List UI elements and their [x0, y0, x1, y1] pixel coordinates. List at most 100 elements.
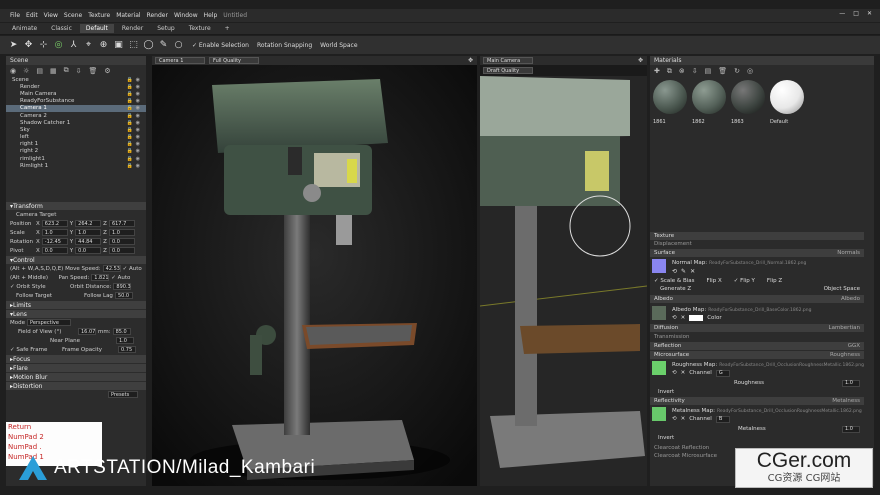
- move-speed-field[interactable]: 42.53: [102, 265, 121, 273]
- distortion-header[interactable]: ▸ Distortion: [6, 382, 146, 391]
- tree-item-rimlight1[interactable]: rimlight1 🔒 ◉: [6, 155, 146, 162]
- focus-header[interactable]: ▸ Focus: [6, 355, 146, 364]
- tab-setup[interactable]: Setup: [151, 24, 180, 33]
- clear-icon[interactable]: ✕: [690, 268, 695, 275]
- rotation-x[interactable]: -12.45: [41, 238, 68, 246]
- control-header[interactable]: ▾ Control: [6, 256, 146, 265]
- position-x[interactable]: 623.2: [41, 220, 68, 228]
- group-icon[interactable]: ▦: [50, 67, 57, 75]
- invert-roughness-checkbox[interactable]: Invert: [654, 389, 674, 395]
- menu-edit[interactable]: Edit: [26, 12, 38, 19]
- light-icon[interactable]: ☼: [23, 67, 29, 75]
- menu-scene[interactable]: Scene: [64, 12, 82, 19]
- add-material-icon[interactable]: ✚: [654, 67, 660, 75]
- presets-dropdown[interactable]: Presets: [108, 391, 138, 399]
- lock-icon[interactable]: 🔒: [127, 105, 133, 111]
- eye-icon[interactable]: ◉: [136, 156, 140, 162]
- lock-icon[interactable]: 🔒: [127, 120, 133, 126]
- trash-icon[interactable]: 🗑: [718, 67, 727, 75]
- eye-icon[interactable]: ◉: [136, 91, 140, 97]
- camera-icon[interactable]: ◉: [10, 67, 16, 75]
- tree-item-shadow-catcher[interactable]: Shadow Catcher 1 🔒 ◉: [6, 119, 146, 126]
- reset-icon[interactable]: ⟲: [672, 416, 677, 422]
- pick-icon[interactable]: ✎: [681, 268, 686, 275]
- lock-icon[interactable]: 🔒: [127, 163, 133, 169]
- reflection-header[interactable]: Reflection GGX: [650, 342, 864, 350]
- rotate-tool-icon[interactable]: ◎: [53, 40, 64, 51]
- generate-z-checkbox[interactable]: Generate Z: [654, 286, 691, 292]
- tree-item-camera-1[interactable]: Camera 1 🔒 ◉: [6, 104, 146, 112]
- delete-icon[interactable]: 🗑: [89, 67, 98, 75]
- flip-x-checkbox[interactable]: Flip X: [706, 278, 721, 284]
- new-object-icon[interactable]: ▤: [36, 67, 43, 75]
- menu-help[interactable]: Help: [204, 12, 218, 19]
- duplicate-icon[interactable]: ⧉: [64, 66, 69, 75]
- tree-item-readyforsubstance[interactable]: ReadyForSubstance 🔒 ◉: [6, 98, 146, 105]
- viewport-2-quality-dropdown[interactable]: Draft Quality: [483, 67, 533, 74]
- tab-default[interactable]: Default: [79, 24, 114, 33]
- maximize-viewport-icon[interactable]: ✥: [468, 57, 473, 64]
- lock-icon[interactable]: 🔒: [127, 98, 133, 104]
- reflectivity-header[interactable]: Reflectivity Metalness: [650, 397, 864, 405]
- metalness-field[interactable]: 1.0: [842, 425, 860, 433]
- normal-map-thumb[interactable]: [652, 259, 666, 273]
- material-swatch-default[interactable]: [770, 80, 804, 114]
- tab-animate[interactable]: Animate: [6, 24, 43, 33]
- texture-header[interactable]: Texture: [650, 232, 864, 240]
- reset-icon[interactable]: ⟲: [672, 268, 677, 275]
- flare-header[interactable]: ▸ Flare: [6, 364, 146, 373]
- rotation-y[interactable]: 44.84: [75, 238, 102, 246]
- eye-icon[interactable]: ◉: [136, 113, 140, 119]
- lock-icon[interactable]: 🔒: [127, 134, 133, 140]
- motion-blur-header[interactable]: ▸ Motion Blur: [6, 373, 146, 382]
- follow-lag-field[interactable]: 50.0: [114, 292, 133, 300]
- auto-pan-checkbox[interactable]: ✓ Auto: [111, 275, 130, 281]
- tree-item-rimlight-1[interactable]: Rimlight 1 🔒 ◉: [6, 162, 146, 169]
- eye-icon[interactable]: ◉: [136, 148, 140, 154]
- mode-dropdown[interactable]: Perspective: [27, 319, 71, 327]
- lock-icon[interactable]: 🔒: [127, 156, 133, 162]
- move-tool-icon[interactable]: ✥: [23, 40, 34, 51]
- orbit-distance-field[interactable]: 890.3: [113, 283, 132, 291]
- minimize-button[interactable]: —: [839, 10, 845, 17]
- material-swatch-1861[interactable]: [653, 80, 687, 114]
- clear-icon[interactable]: ✕: [681, 370, 686, 376]
- lock-icon[interactable]: 🔒: [127, 148, 133, 154]
- roughness-field[interactable]: 1.0: [842, 379, 860, 387]
- menu-view[interactable]: View: [44, 12, 58, 19]
- lock-icon[interactable]: 🔒: [127, 127, 133, 133]
- near-plane-field[interactable]: 1.0: [116, 337, 134, 345]
- pivot-tool-icon[interactable]: ⌖: [83, 40, 94, 51]
- tree-item-left[interactable]: left 🔒 ◉: [6, 134, 146, 141]
- pan-speed-field[interactable]: 1.821: [91, 274, 110, 282]
- transmission-row[interactable]: Transmission: [650, 333, 864, 341]
- tab-texture[interactable]: Texture: [183, 24, 217, 33]
- pivot-z[interactable]: 0.0: [108, 247, 135, 255]
- lock-icon[interactable]: 🔒: [127, 91, 133, 97]
- add-tab-button[interactable]: +: [219, 24, 236, 33]
- scale-bias-checkbox[interactable]: ✓ Scale & Bias: [654, 278, 694, 284]
- menu-material[interactable]: Material: [116, 12, 140, 19]
- menu-texture[interactable]: Texture: [88, 12, 110, 19]
- maximize-button[interactable]: □: [853, 10, 859, 17]
- viewport-1-camera-dropdown[interactable]: Camera 1: [155, 57, 205, 64]
- select-arrow-icon[interactable]: ➤: [8, 40, 19, 51]
- object-space-checkbox[interactable]: Object Space: [824, 286, 864, 292]
- rotation-z[interactable]: 0.0: [108, 238, 135, 246]
- viewport-main-camera[interactable]: Main Camera ✥ Draft Quality: [480, 56, 647, 486]
- menu-render[interactable]: Render: [147, 12, 168, 19]
- invert-metalness-checkbox[interactable]: Invert: [654, 435, 674, 441]
- menu-file[interactable]: File: [10, 12, 20, 19]
- lock-icon[interactable]: 🔒: [127, 113, 133, 119]
- box-select-icon[interactable]: ⬚: [128, 40, 139, 51]
- viewport-camera-1[interactable]: Camera 1 Full Quality ✥: [152, 56, 477, 486]
- import-icon[interactable]: ⇩: [76, 67, 82, 75]
- viewport-2-camera-dropdown[interactable]: Main Camera: [483, 57, 533, 64]
- metalness-map-thumb[interactable]: [652, 407, 666, 421]
- reset-icon[interactable]: ⟲: [672, 315, 677, 321]
- eye-icon[interactable]: ◉: [136, 120, 140, 126]
- circle-select-icon[interactable]: ○: [173, 40, 184, 51]
- target-icon[interactable]: ◎: [747, 67, 753, 75]
- follow-target-checkbox[interactable]: Follow Target: [10, 293, 82, 299]
- eye-icon[interactable]: ◉: [136, 134, 140, 140]
